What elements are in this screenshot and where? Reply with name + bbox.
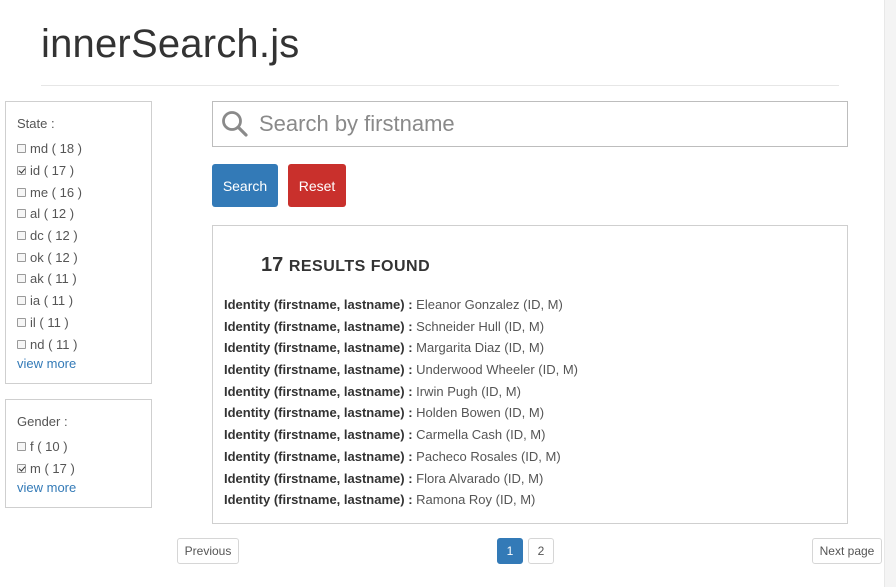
result-item-key: Identity (firstname, lastname) : xyxy=(224,405,413,421)
state-option-checkbox[interactable] xyxy=(17,317,26,327)
page-1-button[interactable]: 1 xyxy=(497,538,523,564)
state-facet-title: State : xyxy=(17,116,55,131)
state-option[interactable]: ia ( 11 ) xyxy=(17,290,151,312)
gender-option-checkbox[interactable] xyxy=(17,464,26,474)
result-item-value: Flora Alvarado (ID, M) xyxy=(416,470,544,486)
results-count-number: 17 xyxy=(261,254,284,276)
result-item-value: Ramona Roy (ID, M) xyxy=(416,492,536,508)
state-option-checkbox[interactable] xyxy=(17,339,26,349)
state-option[interactable]: il ( 11 ) xyxy=(17,312,151,334)
result-item: Identity (firstname, lastname) : Underwo… xyxy=(224,362,578,384)
results-count: 17 RESULTS FOUND xyxy=(261,254,430,277)
state-option-label: ia ( 11 ) xyxy=(30,293,74,309)
result-item-key: Identity (firstname, lastname) : xyxy=(224,362,413,378)
gender-option-label: f ( 10 ) xyxy=(30,439,68,455)
result-item-value: Schneider Hull (ID, M) xyxy=(416,318,545,334)
state-facet-panel: State : md ( 18 ) id ( 17 ) me ( 16 ) al ( … xyxy=(5,101,152,384)
result-item-key: Identity (firstname, lastname) : xyxy=(224,318,413,334)
state-option-label: id ( 17 ) xyxy=(30,163,75,179)
result-item-value: Margarita Diaz (ID, M) xyxy=(416,340,545,356)
state-option-checkbox[interactable] xyxy=(17,144,26,154)
state-option[interactable]: ok ( 12 ) xyxy=(17,246,151,268)
result-item: Identity (firstname, lastname) : Eleanor… xyxy=(224,297,578,319)
gender-view-more-link[interactable]: view more xyxy=(17,480,151,495)
state-option-label: dc ( 12 ) xyxy=(30,228,78,244)
result-item: Identity (firstname, lastname) : Flora A… xyxy=(224,471,578,493)
next-page-button[interactable]: Next page xyxy=(812,538,882,564)
state-option[interactable]: nd ( 11 ) xyxy=(17,333,151,355)
result-item-key: Identity (firstname, lastname) : xyxy=(224,340,413,356)
result-item-key: Identity (firstname, lastname) : xyxy=(224,427,413,443)
result-item-key: Identity (firstname, lastname) : xyxy=(224,492,413,508)
state-option-checkbox[interactable] xyxy=(17,274,26,284)
scrollbar-track[interactable] xyxy=(884,0,896,587)
result-item: Identity (firstname, lastname) : Margari… xyxy=(224,340,578,362)
result-item: Identity (firstname, lastname) : Irwin P… xyxy=(224,384,578,406)
search-icon xyxy=(221,110,249,138)
results-panel: 17 RESULTS FOUND Identity (firstname, la… xyxy=(212,225,848,524)
state-option-label: me ( 16 ) xyxy=(30,184,83,200)
state-option[interactable]: id ( 17 ) xyxy=(17,160,151,182)
state-option-checkbox[interactable] xyxy=(17,252,26,262)
gender-option[interactable]: m ( 17 ) xyxy=(17,458,151,480)
result-item-value: Holden Bowen (ID, M) xyxy=(416,405,545,421)
search-box[interactable] xyxy=(212,101,848,147)
result-item: Identity (firstname, lastname) : Carmell… xyxy=(224,427,578,449)
result-item-value: Irwin Pugh (ID, M) xyxy=(416,383,521,399)
state-option[interactable]: al ( 12 ) xyxy=(17,203,151,225)
state-option-checkbox[interactable] xyxy=(17,209,26,219)
state-option[interactable]: md ( 18 ) xyxy=(17,138,151,160)
results-count-label: RESULTS FOUND xyxy=(288,258,431,275)
state-option-checkbox[interactable] xyxy=(17,296,26,306)
result-item: Identity (firstname, lastname) : Schneid… xyxy=(224,319,578,341)
result-item-value: Carmella Cash (ID, M) xyxy=(416,427,546,443)
result-item: Identity (firstname, lastname) : Holden … xyxy=(224,405,578,427)
page-2-button[interactable]: 2 xyxy=(528,538,554,564)
result-list: Identity (firstname, lastname) : Eleanor… xyxy=(224,297,578,514)
gender-option[interactable]: f ( 10 ) xyxy=(17,436,151,458)
state-option-checkbox[interactable] xyxy=(17,166,26,176)
result-item: Identity (firstname, lastname) : Pacheco… xyxy=(224,449,578,471)
gender-option-label: m ( 17 ) xyxy=(30,461,75,477)
state-option-label: il ( 11 ) xyxy=(30,314,69,330)
state-option-label: al ( 12 ) xyxy=(30,206,75,222)
state-option[interactable]: dc ( 12 ) xyxy=(17,225,151,247)
reset-button[interactable]: Reset xyxy=(288,164,346,207)
result-item-key: Identity (firstname, lastname) : xyxy=(224,383,413,399)
state-option[interactable]: ak ( 11 ) xyxy=(17,268,151,290)
state-option-label: nd ( 11 ) xyxy=(30,336,78,352)
state-view-more-link[interactable]: view more xyxy=(17,356,151,371)
page-title: innerSearch.js xyxy=(41,22,300,66)
result-item-key: Identity (firstname, lastname) : xyxy=(224,470,413,486)
result-item-value: Pacheco Rosales (ID, M) xyxy=(416,448,561,464)
gender-facet-panel: Gender : f ( 10 ) m ( 17 ) view more xyxy=(5,399,152,508)
state-option-label: md ( 18 ) xyxy=(30,141,83,157)
state-option-checkbox[interactable] xyxy=(17,231,26,241)
result-item-key: Identity (firstname, lastname) : xyxy=(224,448,413,464)
previous-page-button[interactable]: Previous xyxy=(177,538,239,564)
result-item-value: Eleanor Gonzalez (ID, M) xyxy=(416,297,563,312)
search-input[interactable] xyxy=(259,111,819,137)
gender-facet-title: Gender : xyxy=(17,414,68,429)
state-option-label: ok ( 12 ) xyxy=(30,249,78,265)
state-option-checkbox[interactable] xyxy=(17,187,26,197)
state-option-label: ak ( 11 ) xyxy=(30,271,77,287)
result-item-key: Identity (firstname, lastname) : xyxy=(224,297,413,312)
result-item-value: Underwood Wheeler (ID, M) xyxy=(416,362,578,378)
title-divider xyxy=(41,85,839,86)
gender-option-checkbox[interactable] xyxy=(17,442,26,452)
result-item: Identity (firstname, lastname) : Ramona … xyxy=(224,492,578,514)
search-button[interactable]: Search xyxy=(212,164,278,207)
state-option[interactable]: me ( 16 ) xyxy=(17,181,151,203)
